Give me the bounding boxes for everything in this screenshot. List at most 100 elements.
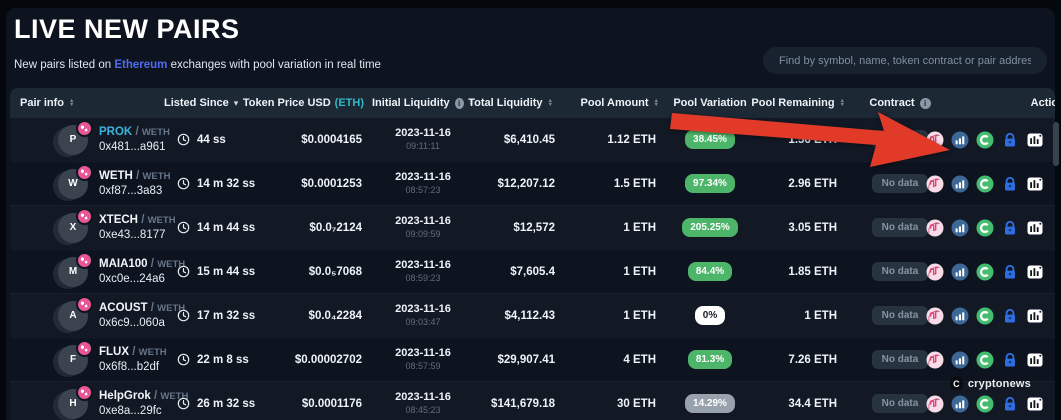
sort-desc-icon[interactable]: ▾ (234, 98, 239, 109)
dextools-icon[interactable] (951, 351, 969, 369)
token-symbol[interactable]: MAIA100 (99, 258, 148, 270)
total-liquidity-value: $12,207.12 (497, 178, 555, 190)
total-liquidity-value: $141,679.18 (491, 398, 555, 410)
listed-since-value: 26 m 32 ss (197, 398, 255, 410)
pair-separator: / (151, 302, 154, 314)
etherscan-icon[interactable] (926, 175, 944, 193)
etherscan-icon[interactable] (926, 131, 944, 149)
chart-icon[interactable] (1026, 131, 1044, 149)
column-label: Pair info (20, 97, 64, 109)
lock-icon[interactable] (1001, 263, 1019, 281)
info-icon[interactable]: i (455, 98, 464, 109)
table-row[interactable]: P PROK / WETH 0x481...a961 44 ss (10, 118, 1055, 161)
avatar-letter: F (70, 354, 76, 365)
search-input[interactable] (763, 47, 1047, 74)
pool-variation-badge: 205.25% (682, 218, 737, 237)
sort-icon[interactable]: ▲▼ (548, 99, 553, 107)
total-liquidity-value: $12,572 (513, 222, 555, 234)
cryptonews-label: cryptonews (968, 378, 1031, 390)
lock-icon[interactable] (1001, 395, 1019, 413)
etherscan-mini-badge-icon (76, 164, 93, 181)
token-symbol[interactable]: WETH (99, 170, 133, 182)
pool-amount-value: 1 ETH (623, 310, 656, 322)
dextools-icon[interactable] (951, 395, 969, 413)
etherscan-icon[interactable] (926, 219, 944, 237)
column-header-initial-liquidity[interactable]: Initial Liquidityi▲▼ (372, 97, 474, 109)
lock-icon[interactable] (1001, 131, 1019, 149)
scrollbar-thumb[interactable] (1053, 122, 1059, 166)
table-row[interactable]: M MAIA100 / WETH 0xc0e...24a6 15 (10, 249, 1055, 293)
chart-icon[interactable] (1026, 307, 1044, 325)
listed-since-cell: 14 m 44 ss (177, 221, 255, 234)
dextools-icon[interactable] (951, 263, 969, 281)
cryptonews-logo-icon: C (950, 377, 963, 390)
token-symbol[interactable]: FLUX (99, 346, 129, 358)
subtitle-prefix: New pairs listed on (14, 59, 111, 71)
etherscan-mini-badge-icon (76, 384, 93, 401)
listed-since-cell: 17 m 32 ss (177, 309, 255, 322)
column-label: Total Liquidity (468, 97, 542, 109)
listed-since-value: 14 m 32 ss (197, 178, 255, 190)
eth-unit-label[interactable]: (ETH) (335, 97, 364, 109)
clock-icon (177, 221, 190, 234)
ethereum-link[interactable]: Ethereum (114, 59, 167, 71)
token-symbol[interactable]: ACOUST (99, 302, 148, 314)
info-icon[interactable]: i (920, 98, 931, 109)
table-row[interactable]: F FLUX / WETH 0x6f8...b2df 22 m 8 (10, 337, 1055, 381)
dexscreener-icon[interactable] (976, 307, 994, 325)
sort-icon[interactable]: ▲▼ (840, 99, 845, 107)
dextools-icon[interactable] (951, 175, 969, 193)
lock-icon[interactable] (1001, 175, 1019, 193)
live-new-pairs-panel: LIVE NEW PAIRS New pairs listed on Ether… (6, 8, 1055, 420)
dextools-icon[interactable] (951, 307, 969, 325)
chart-icon[interactable] (1026, 175, 1044, 193)
table-row[interactable]: W WETH / WETH 0xf87...3a83 14 m 3 (10, 161, 1055, 205)
dexscreener-icon[interactable] (976, 263, 994, 281)
avatar-letter: X (70, 222, 77, 233)
etherscan-icon[interactable] (926, 263, 944, 281)
column-label: Listed Since (164, 97, 229, 109)
dexscreener-icon[interactable] (976, 395, 994, 413)
dexscreener-icon[interactable] (976, 175, 994, 193)
chart-icon[interactable] (1026, 219, 1044, 237)
lock-icon[interactable] (1001, 307, 1019, 325)
lock-icon[interactable] (1001, 219, 1019, 237)
etherscan-icon[interactable] (926, 307, 944, 325)
token-symbol[interactable]: HelpGrok (99, 390, 151, 402)
dexscreener-icon[interactable] (976, 351, 994, 369)
column-header-total-liquidity[interactable]: Total Liquidity▲▼ (474, 97, 566, 109)
etherscan-icon[interactable] (926, 351, 944, 369)
initial-liquidity-date: 2023-11-16 (395, 347, 451, 360)
column-header-pair-info[interactable]: Pair info ▲▼ (10, 97, 160, 109)
column-header-pool-remaining[interactable]: Pool Remaining▲▼ (754, 97, 854, 109)
contract-status-badge: No data (872, 218, 929, 237)
dextools-icon[interactable] (951, 219, 969, 237)
initial-liquidity-cell: 2023-11-16 09:09:59 (395, 215, 451, 241)
table-row[interactable]: A ACOUST / WETH 0x6c9...060a 17 m (10, 293, 1055, 337)
etherscan-mini-badge-icon (76, 208, 93, 225)
pool-remaining-value: 1.56 ETH (788, 134, 837, 146)
token-symbol[interactable]: PROK (99, 126, 132, 138)
listed-since-value: 14 m 44 ss (197, 222, 255, 234)
listed-since-cell: 44 ss (177, 133, 226, 146)
dexscreener-icon[interactable] (976, 219, 994, 237)
column-header-pool-variation: Pool Variation (666, 97, 754, 109)
token-avatar: P (58, 125, 88, 155)
column-header-pool-amount[interactable]: Pool Amount▲▼ (566, 97, 666, 109)
pair-address[interactable]: 0x6f8...b2df (99, 360, 167, 375)
sort-icon[interactable]: ▲▼ (654, 99, 659, 107)
chart-icon[interactable] (1026, 351, 1044, 369)
table-row[interactable]: H HelpGrok / WETH 0xe8a...29fc 26 (10, 381, 1055, 420)
table-row[interactable]: X XTECH / WETH 0xe43...8177 14 m (10, 205, 1055, 249)
etherscan-icon[interactable] (926, 395, 944, 413)
dextools-icon[interactable] (951, 131, 969, 149)
chart-icon[interactable] (1026, 395, 1044, 413)
total-liquidity-value: $7,605.4 (510, 266, 555, 278)
token-symbol[interactable]: XTECH (99, 214, 138, 226)
dexscreener-icon[interactable] (976, 131, 994, 149)
sort-icon[interactable]: ▲▼ (69, 99, 74, 107)
lock-icon[interactable] (1001, 351, 1019, 369)
page-header: LIVE NEW PAIRS New pairs listed on Ether… (6, 8, 1055, 71)
chart-icon[interactable] (1026, 263, 1044, 281)
clock-icon (177, 177, 190, 190)
